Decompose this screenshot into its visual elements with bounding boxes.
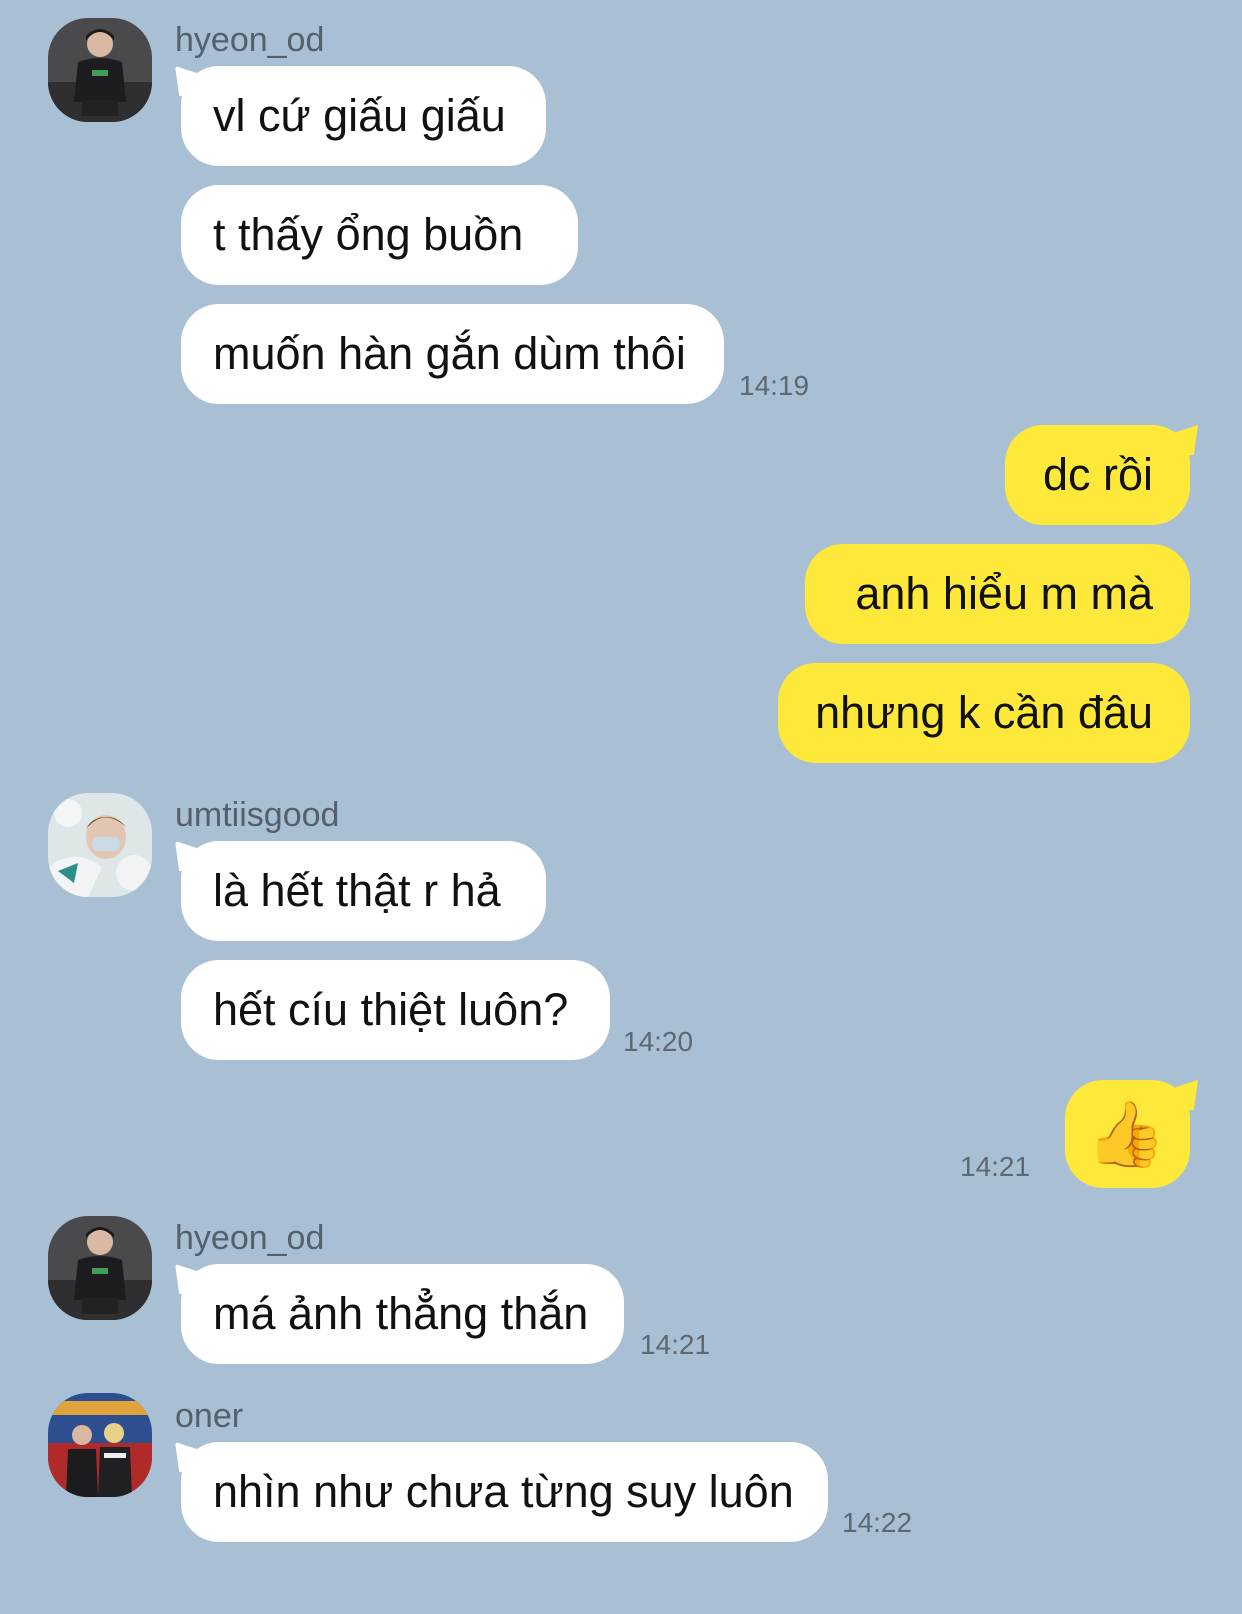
message-bubble[interactable]: anh hiểu m mà bbox=[805, 544, 1190, 644]
avatar-hyeon-od[interactable] bbox=[48, 18, 152, 122]
message-bubble[interactable]: dc rồi bbox=[1005, 425, 1190, 525]
message-bubble[interactable]: má ảnh thẳng thắn bbox=[181, 1264, 624, 1364]
avatar-umtiisgood[interactable] bbox=[48, 793, 152, 897]
thumbs-up-icon: 👍 bbox=[1086, 1098, 1166, 1170]
chat-view: hyeon_od vl cứ giấu giấu t thấy ổng buồn… bbox=[0, 0, 1242, 1614]
message-timestamp: 14:21 bbox=[960, 1151, 1031, 1182]
avatar-oner[interactable] bbox=[48, 1393, 152, 1497]
sender-name: hyeon_od bbox=[175, 1219, 325, 1257]
message-timestamp: 14:20 bbox=[623, 1026, 694, 1057]
message-bubble[interactable]: nhưng k cần đâu bbox=[778, 663, 1190, 763]
message-timestamp: 14:21 bbox=[640, 1329, 711, 1360]
emoji-message-bubble[interactable]: 👍 bbox=[1065, 1080, 1190, 1188]
message-bubble[interactable]: t thấy ổng buồn bbox=[181, 185, 578, 285]
sender-name: umtiisgood bbox=[175, 796, 340, 834]
sender-name: hyeon_od bbox=[175, 21, 325, 59]
avatar-hyeon-od[interactable] bbox=[48, 1216, 152, 1320]
message-timestamp: 14:19 bbox=[739, 370, 810, 401]
sender-name: oner bbox=[175, 1397, 244, 1435]
message-timestamp: 14:22 bbox=[842, 1507, 913, 1538]
message-bubble[interactable]: là hết thật r hả bbox=[181, 841, 546, 941]
message-bubble[interactable]: nhìn như chưa từng suy luôn bbox=[181, 1442, 828, 1542]
message-bubble[interactable]: hết cíu thiệt luôn? bbox=[181, 960, 610, 1060]
message-bubble[interactable]: vl cứ giấu giấu bbox=[181, 66, 546, 166]
message-bubble[interactable]: muốn hàn gắn dùm thôi bbox=[181, 304, 724, 404]
